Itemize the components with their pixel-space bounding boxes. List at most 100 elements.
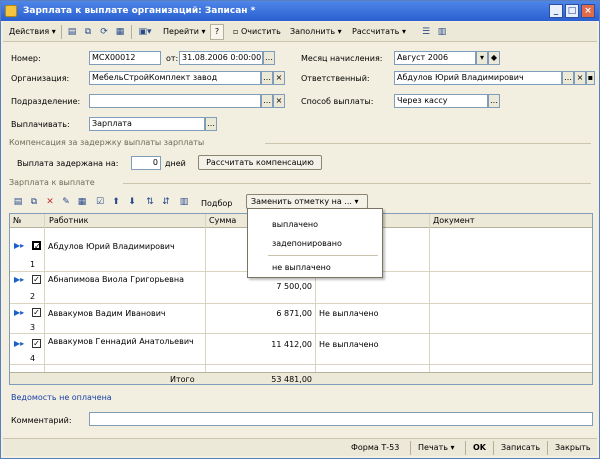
chevron-down-icon: ▾	[201, 27, 206, 36]
responsible-open-button[interactable]: ▪	[586, 71, 595, 85]
payment-method-field[interactable]: Через кассу	[394, 94, 488, 108]
organization-select-button[interactable]: …	[261, 71, 273, 85]
minimize-button[interactable]: _	[549, 4, 563, 18]
month-dropdown-button[interactable]: ▾	[476, 51, 488, 65]
move-down-icon[interactable]: ⬇	[125, 195, 139, 209]
ok-button[interactable]: OK	[469, 440, 490, 456]
row-marker-icon: ▶▸	[14, 275, 25, 284]
post-document-icon[interactable]: ▦	[113, 25, 127, 39]
toolbar-separator	[410, 441, 411, 455]
toolbar-separator	[465, 441, 466, 455]
table-settings-icon[interactable]: ▥	[177, 195, 191, 209]
row-sum: 11 412,00	[271, 340, 312, 349]
row-sum: 7 500,00	[276, 282, 312, 291]
responsible-select-button[interactable]: …	[562, 71, 574, 85]
delay-label: Выплата задержана на:	[17, 159, 119, 168]
end-edit-icon[interactable]: ▦	[75, 195, 89, 209]
delay-days-field[interactable]: 0	[131, 156, 161, 170]
responsible-field[interactable]: Абдулов Юрий Владимирович	[394, 71, 562, 85]
column-divider	[429, 214, 430, 384]
dropdown-item-deposited[interactable]: задепонировано	[272, 239, 342, 248]
help-button[interactable]: ?	[210, 24, 224, 40]
pay-label: Выплачивать:	[11, 120, 70, 129]
goto-menu-button[interactable]: Перейти ▾	[159, 24, 210, 40]
row-checkbox[interactable]: ✓	[32, 275, 41, 284]
toolbar-separator	[61, 25, 62, 39]
row-status: Не выплачено	[319, 340, 379, 349]
table-total-row: Итого 53 481,00	[10, 372, 592, 384]
columns-icon[interactable]: ▥	[435, 25, 449, 39]
calculate-menu-button[interactable]: Рассчитать ▾	[348, 24, 410, 40]
save-button[interactable]: Записать	[497, 440, 544, 456]
date-field[interactable]: 31.08.2006 0:00:00	[179, 51, 263, 65]
column-header-worker[interactable]: Работник	[46, 214, 204, 228]
organization-clear-button[interactable]: ×	[273, 71, 285, 85]
responsible-label: Ответственный:	[301, 74, 370, 83]
row-marker-icon: ▶▸	[14, 241, 25, 250]
calculate-compensation-button[interactable]: Рассчитать компенсацию	[198, 155, 322, 170]
maximize-button[interactable]: □	[565, 4, 579, 18]
row-checkbox[interactable]: ✓	[32, 308, 41, 317]
close-button[interactable]: Закрыть	[551, 440, 595, 456]
payment-method-select-button[interactable]: …	[488, 94, 500, 108]
comment-label: Комментарий:	[11, 416, 72, 425]
row-number: 3	[30, 323, 36, 332]
print-label: Печать	[418, 443, 448, 452]
chevron-down-icon: ▾	[51, 27, 56, 36]
form-t53-button[interactable]: Форма Т-53	[347, 440, 403, 456]
title-bar[interactable]: Зарплата к выплате организаций: Записан …	[1, 1, 599, 21]
column-divider	[205, 214, 206, 384]
month-spinner-button[interactable]: ◆	[488, 51, 500, 65]
column-header-document[interactable]: Документ	[430, 214, 592, 228]
add-row-icon[interactable]: ▤	[11, 195, 25, 209]
replace-mark-button[interactable]: Заменить отметку на ... ▾	[246, 194, 368, 209]
comment-field[interactable]	[89, 412, 593, 426]
department-clear-button[interactable]: ×	[273, 94, 285, 108]
move-up-icon[interactable]: ⬆	[109, 195, 123, 209]
clear-button[interactable]: ▫ Очистить	[229, 24, 285, 40]
refresh-icon[interactable]: ⟳	[97, 25, 111, 39]
row-checkbox[interactable]: ✓	[32, 339, 41, 348]
bottom-command-bar: Форма Т-53 Печать ▾ OK Записать Закрыть	[3, 438, 597, 456]
date-label: от:	[166, 54, 179, 63]
row-status: Не выплачено	[319, 309, 379, 318]
row-number: 4	[30, 354, 36, 363]
department-select-button[interactable]: …	[261, 94, 273, 108]
sort-asc-icon[interactable]: ⇅	[143, 195, 157, 209]
pay-select-button[interactable]: …	[205, 117, 217, 131]
copy-row-icon[interactable]: ⧉	[27, 195, 41, 209]
actions-menu-button[interactable]: Действия ▾	[5, 24, 60, 40]
organization-field[interactable]: МебельСтройКомплект завод	[89, 71, 261, 85]
add-icon[interactable]: ▤	[65, 25, 79, 39]
selection-label[interactable]: Подбор	[201, 199, 232, 208]
row-number: 2	[30, 292, 36, 301]
statement-status-link[interactable]: Ведомость не оплачена	[11, 393, 112, 402]
chevron-down-icon: ▾	[354, 197, 359, 206]
close-window-button[interactable]: ×	[581, 4, 595, 18]
department-field[interactable]	[89, 94, 261, 108]
copy-icon[interactable]: ⧉	[81, 25, 95, 39]
delete-row-icon[interactable]: ✕	[43, 195, 57, 209]
structure-icon[interactable]: ▣▾	[135, 25, 155, 39]
fill-menu-button[interactable]: Заполнить ▾	[286, 24, 346, 40]
section-divider	[265, 143, 591, 144]
chevron-down-icon: ▾	[450, 443, 455, 452]
row-divider	[10, 364, 592, 365]
date-picker-button[interactable]: …	[263, 51, 275, 65]
responsible-clear-button[interactable]: ×	[574, 71, 586, 85]
number-field[interactable]: МСХ00012	[89, 51, 161, 65]
row-checkbox[interactable]: ✓	[32, 241, 41, 251]
dropdown-item-not-paid[interactable]: не выплачено	[272, 263, 331, 272]
edit-row-icon[interactable]: ✎	[59, 195, 73, 209]
month-field[interactable]: Август 2006	[394, 51, 476, 65]
dropdown-item-paid[interactable]: выплачено	[272, 220, 318, 229]
row-marker-icon: ▶▸	[14, 339, 25, 348]
column-header-number[interactable]: №	[10, 214, 40, 228]
fill-label: Заполнить	[290, 27, 336, 36]
print-menu-button[interactable]: Печать ▾	[414, 440, 459, 456]
sort-desc-icon[interactable]: ⇵	[159, 195, 173, 209]
month-label: Месяц начисления:	[301, 54, 383, 63]
list-settings-icon[interactable]: ☰	[419, 25, 433, 39]
pay-field[interactable]: Зарплата	[89, 117, 205, 131]
check-all-icon[interactable]: ☑	[93, 195, 107, 209]
